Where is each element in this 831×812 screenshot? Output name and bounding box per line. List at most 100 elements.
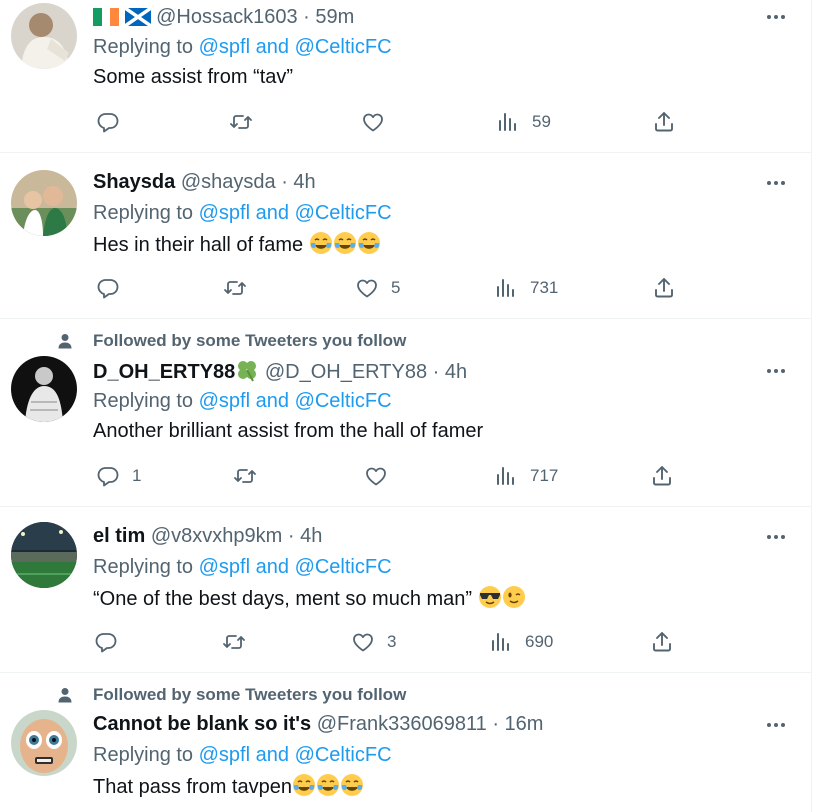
reply-button[interactable] [94,627,130,657]
social-context[interactable]: Followed by some Tweeters you follow [93,331,406,351]
tweet[interactable]: Followed by some Tweeters you follow Can… [0,673,812,812]
more-options-icon[interactable] [764,5,788,29]
face-with-tears-of-joy-icon [292,774,315,796]
share-button[interactable] [652,107,676,137]
user-handle[interactable]: @Hossack1603 [156,6,297,28]
social-context[interactable]: Followed by some Tweeters you follow [93,685,406,705]
user-handle[interactable]: @D_OH_ERTY88 [265,361,427,383]
share-button[interactable] [652,273,676,303]
reply-button[interactable] [96,273,132,303]
face-with-tears-of-joy-icon [340,774,363,796]
mention-link[interactable]: @CelticFC [295,390,392,412]
face-with-tears-of-joy-icon [316,774,339,796]
share-icon [653,632,671,652]
views-icon [497,467,514,485]
mention-link[interactable]: @spfl [199,744,250,766]
tweet[interactable]: Shaysda @shaysda · 4h Replying to @spfl … [0,153,812,319]
tweet-header: Shaysda @shaysda · 4h [93,170,316,194]
more-options-icon[interactable] [764,713,788,737]
display-name[interactable]: Shaysda [93,171,175,193]
tweet-text-line: Hes in their hall of fame [93,231,381,257]
view-count: 690 [525,632,554,651]
tweet-text: Another brilliant assist from the hall o… [93,420,484,442]
user-handle[interactable]: @shaysda [181,171,276,193]
person-icon [58,334,72,349]
replying-to: Replying to @spfl and @CelticFC [93,743,392,767]
tweet-text: That pass from tavpen [93,776,292,798]
avatar[interactable] [11,710,77,776]
retweet-button[interactable] [233,461,257,491]
reply-icon [97,467,119,487]
separator-dot: · [281,171,288,193]
mention-link[interactable]: @spfl [199,202,250,224]
retweet-icon [224,281,246,295]
views-button[interactable]: 59 [496,107,551,137]
mention-link[interactable]: @CelticFC [295,36,392,58]
share-button[interactable] [650,627,674,657]
like-button[interactable]: 3 [351,627,396,657]
action-bar: 5 731 [93,273,693,303]
timestamp[interactable]: 59m [315,6,354,28]
tweet[interactable]: el tim @v8xvxhp9km · 4h Replying to @spf… [0,507,812,673]
mention-joiner: and [255,390,289,412]
tweet[interactable]: Followed by some Tweeters you follow D_O… [0,319,812,507]
mention-joiner: and [255,202,289,224]
more-options-icon[interactable] [764,171,788,195]
views-icon [492,633,509,651]
user-handle[interactable]: @v8xvxhp9km [151,525,282,547]
like-button[interactable]: 5 [355,273,400,303]
separator-dot: · [287,525,295,547]
views-button[interactable]: 731 [494,273,558,303]
avatar[interactable] [11,356,77,422]
like-count: 5 [391,278,401,297]
display-name[interactable]: el tim [93,525,145,547]
scotland-flag-icon [123,6,152,32]
more-options-icon[interactable] [764,525,788,549]
avatar[interactable] [11,3,77,69]
replying-to-label: Replying to [93,556,194,578]
action-bar: 59 [93,107,693,137]
reply-button[interactable] [96,107,132,137]
user-handle[interactable]: @Frank336069811 [317,713,487,735]
retweet-button[interactable] [223,273,247,303]
replying-to: Replying to @spfl and @CelticFC [93,555,392,579]
heart-icon [357,279,377,298]
face-with-tears-of-joy-icon [357,232,380,254]
mention-link[interactable]: @CelticFC [295,556,392,578]
mention-link[interactable]: @spfl [199,390,250,412]
like-button[interactable] [361,107,397,137]
tweet[interactable]: @Hossack1603 · 59m Replying to @spfl and… [0,0,812,153]
share-button[interactable] [650,461,674,491]
timestamp[interactable]: 4h [293,171,315,193]
mention-link[interactable]: @CelticFC [295,202,392,224]
tweet-text: “One of the best days, ment so much man” [93,588,478,610]
heart-icon [366,467,386,486]
replying-to: Replying to @spfl and @CelticFC [93,35,392,59]
retweet-button[interactable] [222,627,246,657]
timestamp[interactable]: 16m [505,713,544,735]
reply-button[interactable]: 1 [96,461,141,491]
views-icon [497,279,514,297]
share-icon [655,112,673,132]
replying-to: Replying to @spfl and @CelticFC [93,201,392,225]
mention-link[interactable]: @CelticFC [295,744,392,766]
separator-dot: · [492,713,499,735]
replying-to-label: Replying to [93,744,194,766]
display-name[interactable]: Cannot be blank so it's [93,713,311,735]
like-button[interactable] [364,461,400,491]
tweet-header: el tim @v8xvxhp9km · 4h [93,524,322,548]
avatar[interactable] [11,170,77,236]
mention-link[interactable]: @spfl [199,36,250,58]
tweet-text-line: That pass from tavpen [93,773,364,799]
views-button[interactable]: 690 [489,627,553,657]
more-options-icon[interactable] [764,359,788,383]
avatar[interactable] [11,522,77,588]
action-bar: 1 717 [93,461,693,491]
views-button[interactable]: 717 [494,461,558,491]
timestamp[interactable]: 4h [445,361,467,383]
winking-face-icon [502,586,525,608]
mention-link[interactable]: @spfl [199,556,250,578]
display-name[interactable]: D_OH_ERTY88 [93,361,235,383]
timestamp[interactable]: 4h [300,525,322,547]
retweet-button[interactable] [229,107,253,137]
